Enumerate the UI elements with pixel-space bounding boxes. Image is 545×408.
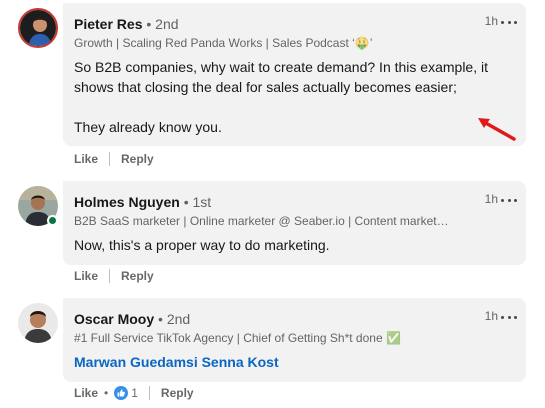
author-headline: Growth | Scaling Red Panda Works | Sales…	[74, 36, 373, 50]
avatar-photo	[18, 303, 58, 343]
divider	[109, 152, 111, 166]
comment-text-line: So B2B companies, why wait to create dem…	[74, 59, 488, 75]
ellipsis-icon[interactable]	[501, 193, 517, 207]
connection-degree: 2nd	[166, 311, 191, 327]
author-headline: B2B SaaS marketer | Online marketer @ Se…	[74, 214, 449, 228]
comment-oscar-mooy: Oscar Mooy • 2nd 1h #1 Full Service TikT…	[0, 295, 545, 408]
comment-bubble: Oscar Mooy • 2nd 1h #1 Full Service TikT…	[63, 298, 526, 382]
ellipsis-icon[interactable]	[501, 15, 517, 29]
ellipsis-icon[interactable]	[501, 310, 517, 324]
connection-degree: 1st	[192, 194, 212, 210]
comment-text-line: Now, this's a proper way to do marketing…	[74, 237, 330, 253]
comment-bubble: Holmes Nguyen • 1st 1h B2B SaaS marketer…	[63, 181, 526, 265]
comment-time: 1h	[484, 192, 498, 206]
divider	[148, 386, 150, 400]
reply-button[interactable]: Reply	[121, 152, 154, 166]
comment-actions: Like Reply	[74, 152, 154, 166]
comment-text-line: shows that closing the deal for sales ac…	[74, 79, 457, 95]
author-line: Pieter Res • 2nd	[74, 16, 179, 32]
comment-time: 1h	[484, 309, 498, 323]
like-button[interactable]: Like	[74, 386, 98, 400]
red-arrow-icon	[478, 118, 516, 141]
author-name[interactable]: Holmes Nguyen	[74, 194, 180, 210]
avatar[interactable]	[18, 8, 58, 48]
separator-dot: •	[158, 311, 163, 327]
comment-holmes-nguyen: Holmes Nguyen • 1st 1h B2B SaaS marketer…	[0, 178, 545, 288]
reaction-count[interactable]: 1	[131, 386, 138, 400]
separator-dot: •	[146, 16, 152, 32]
avatar-photo	[20, 10, 56, 46]
avatar[interactable]	[18, 303, 58, 343]
like-button[interactable]: Like	[74, 269, 98, 283]
comment-actions: Like • 1 Reply	[74, 386, 194, 400]
author-headline: #1 Full Service TikTok Agency | Chief of…	[74, 331, 401, 345]
connection-degree: 2nd	[155, 16, 179, 32]
author-name[interactable]: Pieter Res	[74, 16, 142, 32]
mention-link[interactable]: Marwan Guedamsi Senna Kost	[74, 352, 279, 372]
online-status-icon	[47, 215, 58, 226]
comment-actions: Like Reply	[74, 269, 154, 283]
comment-text-line: They already know you.	[74, 119, 222, 135]
divider	[109, 269, 111, 283]
comment-bubble: Pieter Res • 2nd 1h Growth | Scaling Red…	[63, 3, 526, 146]
like-button[interactable]: Like	[74, 152, 98, 166]
reply-button[interactable]: Reply	[161, 386, 194, 400]
separator-dot: •	[183, 194, 189, 210]
author-line: Holmes Nguyen • 1st	[74, 194, 211, 210]
separator-dot: •	[104, 386, 109, 400]
thumbs-up-reaction-icon[interactable]	[114, 386, 129, 400]
reply-button[interactable]: Reply	[121, 269, 154, 283]
author-line: Oscar Mooy • 2nd	[74, 311, 190, 327]
comment-pieter-res: Pieter Res • 2nd 1h Growth | Scaling Red…	[0, 0, 545, 170]
comment-time: 1h	[484, 14, 498, 28]
author-name[interactable]: Oscar Mooy	[74, 311, 154, 327]
